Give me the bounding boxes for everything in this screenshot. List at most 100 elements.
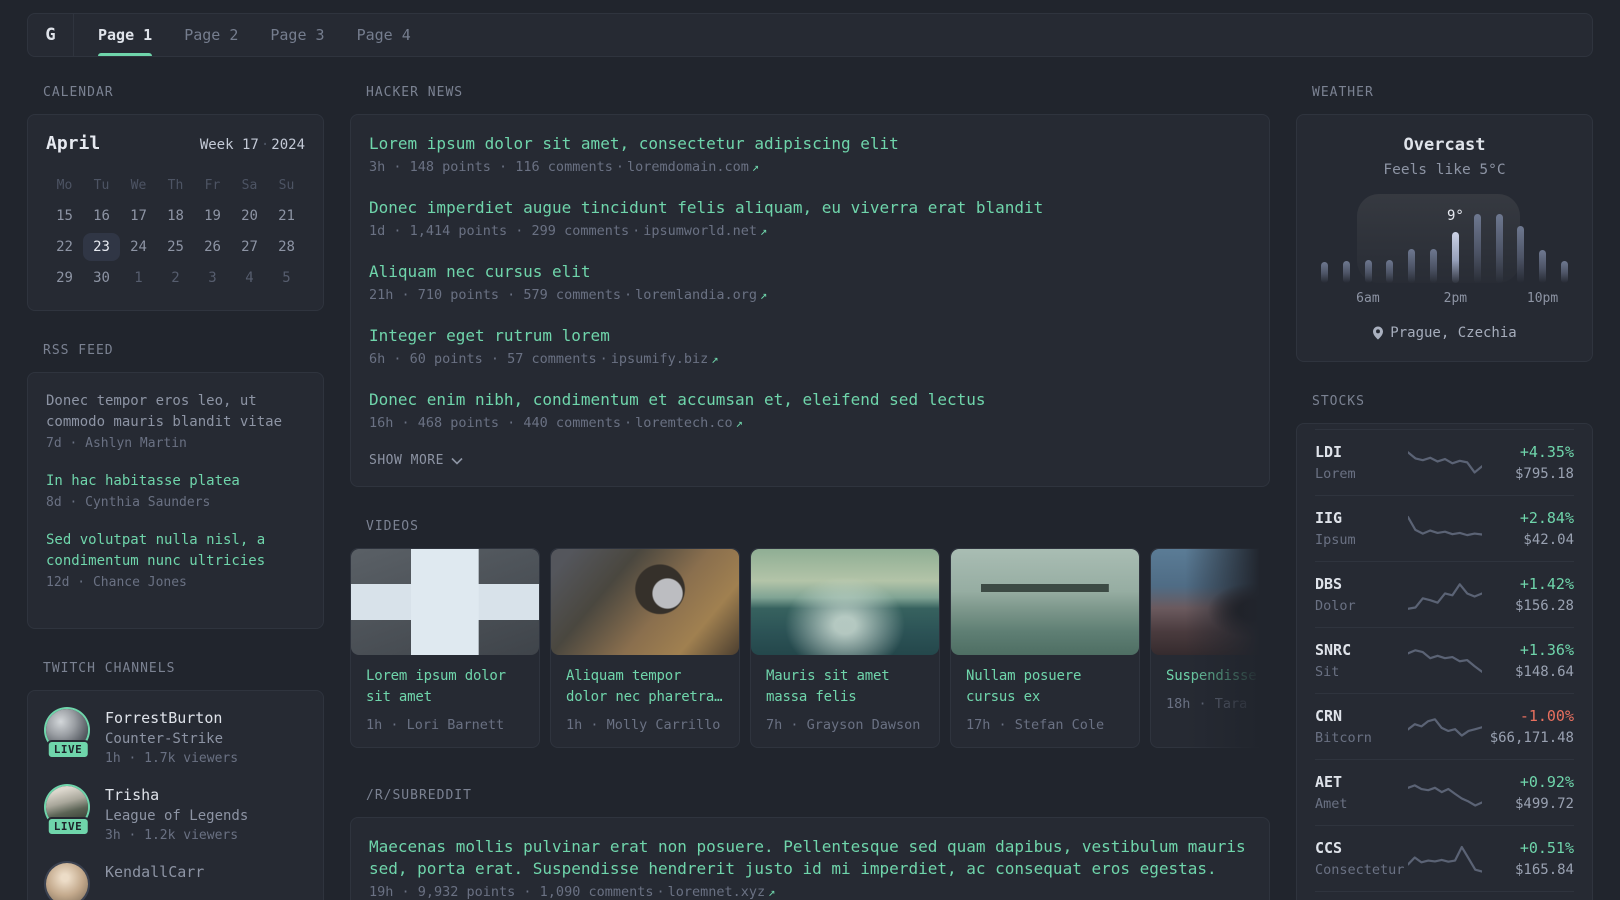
hackernews-item-title[interactable]: Donec enim nibh, condimentum et accumsan… — [369, 389, 1251, 411]
stock-values: +2.84% $42.04 — [1482, 509, 1574, 548]
video-title[interactable]: Aliquam tempor dolor nec pharetra… — [566, 666, 724, 708]
video-thumbnail[interactable] — [751, 549, 939, 655]
weather-bar — [1408, 248, 1416, 283]
separator-dot: · — [623, 415, 633, 431]
video-card[interactable]: Mauris sit amet massa felis 7h · Grayson… — [750, 548, 940, 748]
twitch-channel-row[interactable]: LIVE ForrestBurton Counter-Strike 1h · 1… — [46, 709, 305, 766]
hackernews-card: Lorem ipsum dolor sit amet, consectetur … — [350, 114, 1270, 487]
stock-change-percent: +1.36% — [1519, 641, 1574, 659]
twitch-channel-row[interactable]: LIVE KendallCarr — [46, 863, 305, 900]
hackernews-item-title[interactable]: Lorem ipsum dolor sit amet, consectetur … — [369, 133, 1251, 155]
calendar-day: 25 — [167, 239, 184, 255]
source-domain-link[interactable]: loremnet.xyz — [668, 884, 766, 900]
stock-id: CRN Bitcorn — [1315, 707, 1408, 746]
weather-bar — [1473, 214, 1481, 283]
videos-carousel: Lorem ipsum dolor sit amet consectetu… 1… — [350, 548, 1270, 748]
app-logo[interactable]: G — [28, 14, 74, 56]
source-domain-link[interactable]: ipsumify.biz — [611, 351, 709, 367]
video-card[interactable]: Aliquam tempor dolor nec pharetra… 1h · … — [550, 548, 740, 748]
stock-row[interactable]: IIG Ipsum +2.84% $42.04 — [1315, 495, 1574, 561]
weather-hour-bar — [1364, 208, 1372, 283]
twitch-channel-name[interactable]: ForrestBurton — [105, 709, 238, 727]
separator-dot: · — [599, 351, 608, 367]
calendar-day: 20 — [241, 208, 258, 224]
video-title[interactable]: Suspendisse diam — [1166, 666, 1270, 687]
separator-dot: · — [656, 884, 665, 900]
calendar-weekday-label: Fr — [204, 178, 221, 193]
stock-row[interactable]: DBS Dolor +1.42% $156.28 — [1315, 561, 1574, 627]
calendar-weekday-label: Su — [278, 178, 295, 193]
stock-price: $499.72 — [1514, 796, 1574, 812]
hackernews-widget: HACKER NEWS Lorem ipsum dolor sit amet, … — [350, 85, 1270, 487]
calendar-day: 21 — [278, 208, 295, 224]
stock-row[interactable]: CCS Consectetur +0.51% $165.84 — [1315, 825, 1574, 891]
page-tab[interactable]: Page 4 — [357, 14, 411, 56]
calendar-day: 1 — [134, 270, 143, 286]
calendar-weekday-row: Mo Tu We Th Fr Sa Su — [46, 174, 305, 202]
rss-item-title[interactable]: Sed volutpat nulla nisl, a condimentum n… — [46, 530, 305, 572]
video-card[interactable]: Nullam posuere cursus ex 17h · Stefan Co… — [950, 548, 1140, 748]
weather-title: WEATHER — [1312, 85, 1374, 100]
video-card-body: Nullam posuere cursus ex 17h · Stefan Co… — [951, 655, 1139, 747]
stock-price: $42.04 — [1523, 532, 1574, 548]
rss-widget: RSS FEED Donec tempor eros leo, ut commo… — [27, 343, 324, 629]
source-domain-link[interactable]: loremtech.co — [635, 415, 733, 431]
source-domain-link[interactable]: loremdomain.com — [627, 159, 749, 175]
stock-change-percent: -1.00% — [1519, 707, 1574, 725]
hackernews-show-more-button[interactable]: SHOW MORE — [369, 453, 1251, 468]
weather-hour-bar — [1430, 208, 1438, 283]
video-meta: 1h · Lori Barnett — [366, 717, 505, 733]
middle-column: HACKER NEWS Lorem ipsum dolor sit amet, … — [350, 85, 1270, 900]
hackernews-item-title[interactable]: Donec imperdiet augue tincidunt felis al… — [369, 197, 1251, 219]
stock-ticker: AET — [1315, 773, 1343, 791]
stock-id: DBS Dolor — [1315, 575, 1408, 614]
video-title[interactable]: Mauris sit amet massa felis — [766, 666, 924, 708]
stock-row[interactable]: SNRC Sit +1.36% $148.64 — [1315, 627, 1574, 693]
weather-bar-temp-label: 9° — [1446, 208, 1464, 224]
twitch-channel-name[interactable]: KendallCarr — [105, 863, 204, 881]
stock-name: Amet — [1315, 796, 1348, 812]
stock-row[interactable]: AET Amet +0.92% $499.72 — [1315, 759, 1574, 825]
video-thumbnail[interactable] — [551, 549, 739, 655]
hackernews-item-title[interactable]: Integer eget rutrum lorem — [369, 325, 1251, 347]
calendar-weekday-label: We — [130, 178, 147, 193]
video-card[interactable]: Suspendisse diam 18h · Tara — [1150, 548, 1270, 748]
stock-values: +4.35% $795.18 — [1482, 443, 1574, 482]
stock-row[interactable]: AHS +0.46% — [1315, 891, 1574, 900]
rss-item-title[interactable]: Donec tempor eros leo, ut commodo mauris… — [46, 391, 305, 433]
video-title[interactable]: Lorem ipsum dolor sit amet consectetu… — [366, 666, 524, 708]
page-tab[interactable]: Page 3 — [270, 14, 324, 56]
weather-bar — [1451, 232, 1459, 283]
twitch-channel-info: Trisha League of Legends 3h · 1.2k viewe… — [105, 786, 248, 843]
twitch-channel-row[interactable]: LIVE Trisha League of Legends 3h · 1.2k … — [46, 786, 305, 843]
separator-dot: · — [623, 287, 633, 303]
video-title[interactable]: Nullam posuere cursus ex — [966, 666, 1124, 708]
twitch-avatar-wrap[interactable]: LIVE — [46, 709, 90, 759]
hackernews-item-title[interactable]: Aliquam nec cursus elit — [369, 261, 1251, 283]
stock-change-percent: +4.35% — [1519, 443, 1574, 461]
stock-row[interactable]: LDI Lorem +4.35% $795.18 — [1315, 429, 1574, 495]
rss-item: Donec tempor eros leo, ut commodo mauris… — [46, 391, 305, 451]
video-thumbnail[interactable] — [951, 549, 1139, 655]
twitch-avatar-wrap[interactable]: LIVE — [46, 863, 90, 900]
page-tab-label: Page 4 — [356, 26, 411, 44]
twitch-avatar-wrap[interactable]: LIVE — [46, 786, 90, 836]
weather-bar — [1495, 214, 1503, 283]
weather-time-label: 10pm — [1526, 291, 1559, 306]
video-thumbnail[interactable] — [1151, 549, 1270, 655]
source-domain-link[interactable]: loremlandia.org — [635, 287, 757, 303]
avatar — [46, 863, 88, 900]
calendar-day: 30 — [93, 270, 110, 286]
hackernews-item-meta: 1d · 1,414 points · 299 comments · ipsumwo… — [369, 223, 1251, 239]
source-domain-link[interactable]: ipsumworld.net — [643, 223, 757, 239]
stock-row[interactable]: CRN Bitcorn -1.00% $66,171.48 — [1315, 693, 1574, 759]
subreddit-post-title[interactable]: Maecenas mollis pulvinar erat non posuer… — [369, 836, 1251, 880]
page-tab[interactable]: Page 2 — [184, 14, 238, 56]
page-tab[interactable]: Page 1 — [98, 14, 153, 56]
video-card-body: Lorem ipsum dolor sit amet consectetu… 1… — [351, 655, 539, 747]
stock-price: $156.28 — [1514, 598, 1574, 614]
twitch-channel-name[interactable]: Trisha — [105, 786, 248, 804]
video-card[interactable]: Lorem ipsum dolor sit amet consectetu… 1… — [350, 548, 540, 748]
rss-item-title[interactable]: In hac habitasse platea — [46, 471, 305, 492]
video-thumbnail[interactable] — [351, 549, 539, 655]
